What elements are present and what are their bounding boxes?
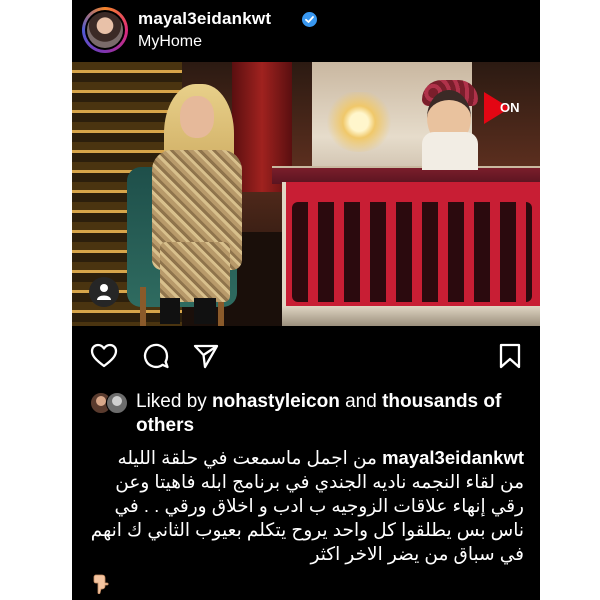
puppet-body xyxy=(422,132,478,170)
avatar-photo xyxy=(87,12,123,48)
host-desk-base xyxy=(282,306,540,326)
pointing-down-emoji-icon xyxy=(90,572,112,595)
bookmark-icon[interactable] xyxy=(496,342,524,370)
verified-badge-icon xyxy=(302,12,317,27)
chandelier xyxy=(324,92,394,152)
send-icon[interactable] xyxy=(192,342,220,370)
guest-boots xyxy=(160,298,216,324)
likes-text[interactable]: Liked by nohastyleicon and thousands of … xyxy=(136,390,526,438)
post-header: mayal3eidankwt MyHome xyxy=(72,0,540,62)
user-tag-icon[interactable] xyxy=(89,277,119,307)
likes-middle: and xyxy=(339,391,383,412)
channel-logo-text: ON xyxy=(500,100,520,115)
heart-icon[interactable] xyxy=(90,342,118,370)
guest-face xyxy=(180,96,214,138)
caption-username[interactable]: mayal3eidankwt xyxy=(382,447,524,468)
host-desk-arches xyxy=(292,202,532,302)
liker-avatar[interactable] xyxy=(106,392,128,414)
comment-icon[interactable] xyxy=(142,342,170,370)
post-location[interactable]: MyHome xyxy=(138,33,202,51)
post-username[interactable]: mayal3eidankwt xyxy=(138,9,271,29)
profile-avatar[interactable] xyxy=(82,7,128,53)
guest-legs xyxy=(160,242,230,302)
post-actions xyxy=(72,326,540,386)
instagram-post: mayal3eidankwt MyHome ON Liked by nohast… xyxy=(72,0,540,600)
post-image[interactable]: ON xyxy=(72,62,540,326)
liker-username[interactable]: nohastyleicon xyxy=(212,391,340,412)
likes-prefix: Liked by xyxy=(136,391,213,412)
liker-avatars xyxy=(90,392,132,414)
post-caption: mayal3eidankwt من اجمل ماسمعت في حلقة ال… xyxy=(90,446,524,566)
